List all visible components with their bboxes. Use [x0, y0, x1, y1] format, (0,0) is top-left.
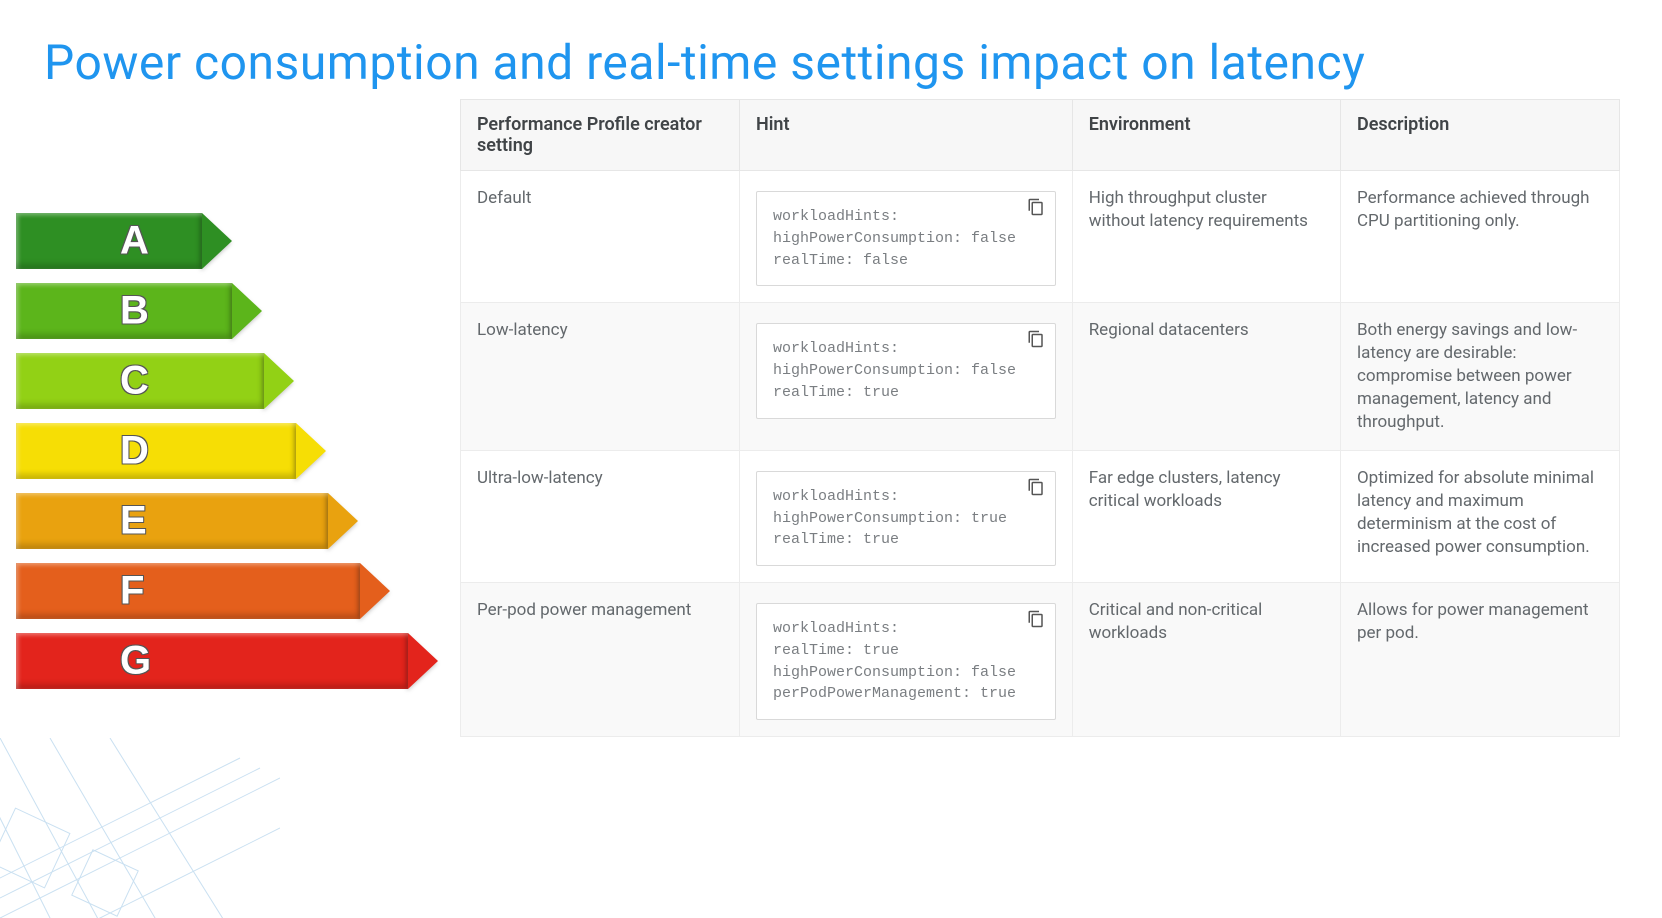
arrow-head-icon	[264, 353, 294, 409]
cell-hint: workloadHints: highPowerConsumption: fal…	[740, 303, 1073, 451]
page-title: Power consumption and real-time settings…	[0, 0, 1662, 91]
table-row: Ultra-low-latency workloadHints: highPowe…	[461, 450, 1620, 582]
code-block: workloadHints: realTime: true highPowerC…	[756, 603, 1056, 720]
arrow-letter: F	[120, 569, 144, 614]
code-text: workloadHints: highPowerConsumption: tru…	[773, 486, 1039, 551]
cell-description: Both energy savings and low-latency are …	[1340, 303, 1619, 451]
arrow-head-icon	[296, 423, 326, 479]
decorative-grid	[0, 738, 280, 918]
table-row: Default workloadHints: highPowerConsumpti…	[461, 171, 1620, 303]
content-row: ABCDEFG Performance Profile creator sett…	[0, 99, 1662, 737]
arrow-body	[16, 213, 202, 269]
rating-arrow-f: F	[16, 563, 460, 619]
slide: Power consumption and real-time settings…	[0, 0, 1662, 918]
cell-environment: Critical and non-critical workloads	[1072, 583, 1340, 737]
arrow-head-icon	[408, 633, 438, 689]
code-text: workloadHints: highPowerConsumption: fal…	[773, 206, 1039, 271]
settings-table: Performance Profile creator setting Hint…	[460, 99, 1620, 737]
cell-setting: Per-pod power management	[461, 583, 740, 737]
cell-environment: Far edge clusters, latency critical work…	[1072, 450, 1340, 582]
arrow-head-icon	[202, 213, 232, 269]
cell-setting: Default	[461, 171, 740, 303]
rating-arrow-c: C	[16, 353, 460, 409]
arrow-body	[16, 493, 328, 549]
arrow-body	[16, 563, 360, 619]
energy-rating-graphic: ABCDEFG	[0, 99, 460, 703]
cell-environment: High throughput cluster without latency …	[1072, 171, 1340, 303]
arrow-head-icon	[360, 563, 390, 619]
code-block: workloadHints: highPowerConsumption: fal…	[756, 191, 1056, 286]
code-block: workloadHints: highPowerConsumption: fal…	[756, 323, 1056, 418]
cell-hint: workloadHints: highPowerConsumption: fal…	[740, 171, 1073, 303]
cell-setting: Low-latency	[461, 303, 740, 451]
th-env: Environment	[1072, 100, 1340, 171]
cell-hint: workloadHints: realTime: true highPowerC…	[740, 583, 1073, 737]
th-desc: Description	[1340, 100, 1619, 171]
th-hint: Hint	[740, 100, 1073, 171]
cell-description: Allows for power management per pod.	[1340, 583, 1619, 737]
code-text: workloadHints: realTime: true highPowerC…	[773, 618, 1039, 705]
code-block: workloadHints: highPowerConsumption: tru…	[756, 471, 1056, 566]
table-row: Low-latency workloadHints: highPowerConsu…	[461, 303, 1620, 451]
th-setting: Performance Profile creator setting	[461, 100, 740, 171]
arrow-body	[16, 633, 408, 689]
cell-hint: workloadHints: highPowerConsumption: tru…	[740, 450, 1073, 582]
arrow-letter: A	[120, 219, 149, 264]
cell-description: Optimized for absolute minimal latency a…	[1340, 450, 1619, 582]
arrow-head-icon	[232, 283, 262, 339]
arrow-letter: E	[120, 499, 147, 544]
table-header-row: Performance Profile creator setting Hint…	[461, 100, 1620, 171]
arrow-letter: B	[120, 289, 149, 334]
code-text: workloadHints: highPowerConsumption: fal…	[773, 338, 1039, 403]
arrow-letter: G	[120, 639, 151, 684]
rating-arrow-a: A	[16, 213, 460, 269]
copy-icon[interactable]	[1027, 330, 1045, 348]
rating-arrow-e: E	[16, 493, 460, 549]
copy-icon[interactable]	[1027, 198, 1045, 216]
cell-description: Performance achieved through CPU partiti…	[1340, 171, 1619, 303]
arrow-body	[16, 423, 296, 479]
cell-environment: Regional datacenters	[1072, 303, 1340, 451]
rating-arrow-d: D	[16, 423, 460, 479]
arrow-letter: C	[120, 359, 149, 404]
cell-setting: Ultra-low-latency	[461, 450, 740, 582]
arrow-letter: D	[120, 429, 149, 474]
table-row: Per-pod power management workloadHints: r…	[461, 583, 1620, 737]
copy-icon[interactable]	[1027, 610, 1045, 628]
rating-arrow-b: B	[16, 283, 460, 339]
rating-arrow-g: G	[16, 633, 460, 689]
arrow-head-icon	[328, 493, 358, 549]
copy-icon[interactable]	[1027, 478, 1045, 496]
